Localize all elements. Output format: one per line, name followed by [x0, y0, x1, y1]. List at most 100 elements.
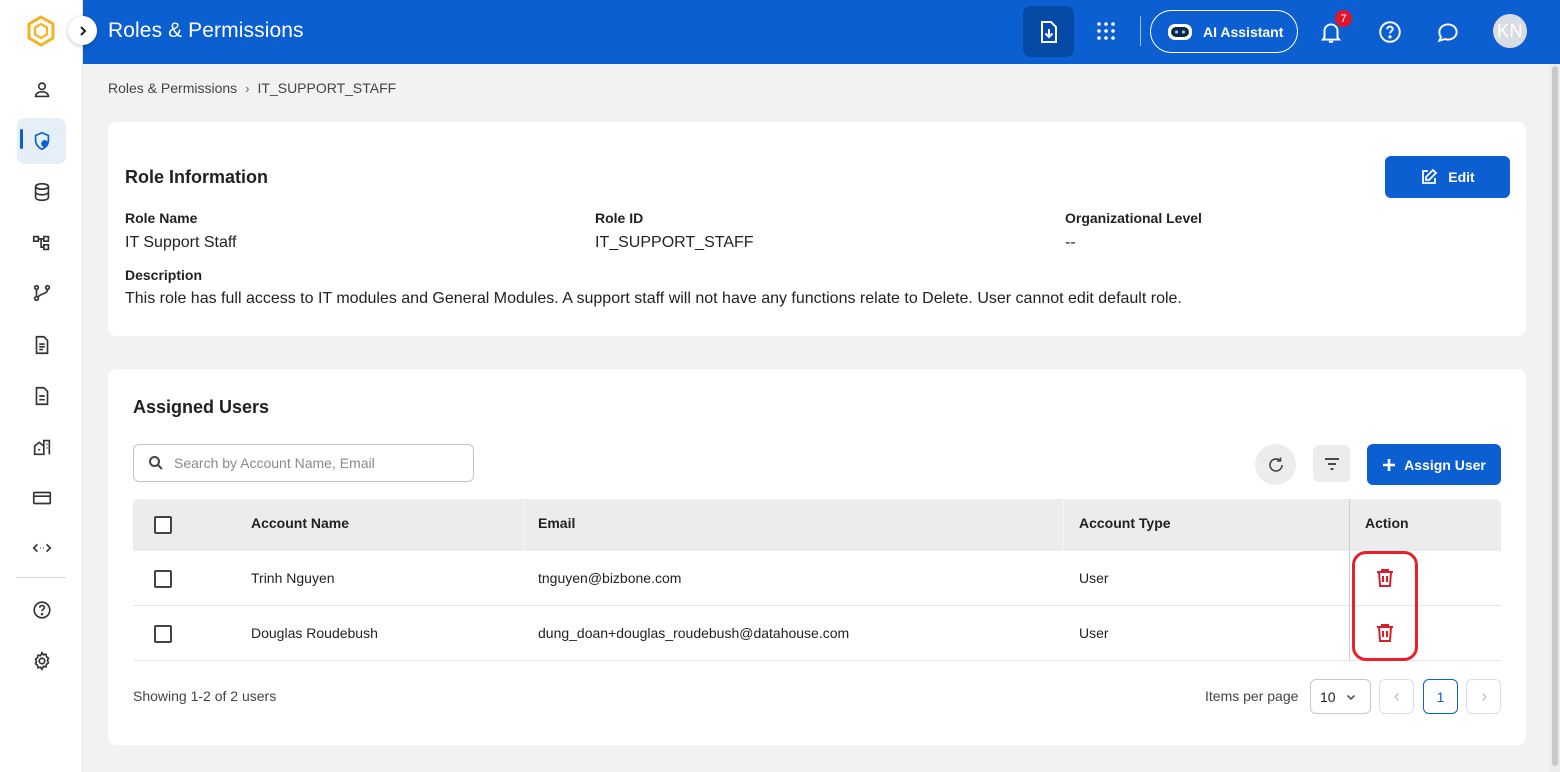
- row-checkbox[interactable]: [154, 570, 172, 588]
- email-cell: tnguyen@bizbone.com: [538, 570, 682, 586]
- sidebar-item-help[interactable]: [17, 587, 66, 633]
- delete-actions-highlight: [1352, 551, 1418, 661]
- sidebar-item-database[interactable]: [17, 169, 66, 215]
- assign-user-label: Assign User: [1404, 456, 1486, 473]
- chevron-right-icon: [79, 25, 86, 36]
- sidebar-expand-button[interactable]: [68, 16, 97, 45]
- ai-assistant-label: AI Assistant: [1203, 23, 1284, 40]
- assigned-users-title: Assigned Users: [133, 397, 270, 417]
- account-type-cell: User: [1079, 570, 1109, 586]
- sidebar-item-roles[interactable]: [17, 118, 66, 164]
- edit-label: Edit: [1448, 169, 1475, 185]
- search-input[interactable]: [174, 455, 454, 471]
- select-all-checkbox[interactable]: [154, 516, 172, 534]
- grid-icon: [1097, 22, 1115, 40]
- sidebar-item-workflow[interactable]: [17, 220, 66, 266]
- sidebar-item-billing[interactable]: [17, 475, 66, 521]
- database-icon: [34, 182, 49, 202]
- edit-button[interactable]: Edit: [1385, 156, 1510, 198]
- sidebar-item-reports[interactable]: [17, 373, 66, 419]
- role-name-label: Role Name: [125, 210, 198, 226]
- column-divider: [1063, 499, 1064, 551]
- ai-assistant-button[interactable]: AI Assistant: [1150, 10, 1298, 53]
- assigned-users-table: Account Name Email Account Type Action T…: [133, 499, 1501, 661]
- account-name-cell: Trinh Nguyen: [251, 570, 335, 586]
- sidebar: [0, 0, 83, 772]
- table-row: Trinh Nguyen tnguyen@bizbone.com User: [133, 551, 1501, 606]
- download-file-icon: [1040, 20, 1057, 43]
- role-id-value: IT_SUPPORT_STAFF: [595, 234, 754, 251]
- app-logo-icon[interactable]: [25, 15, 57, 47]
- chevron-left-icon: [1393, 692, 1399, 701]
- role-information-title: Role Information: [125, 167, 268, 187]
- sidebar-item-documents[interactable]: [17, 322, 66, 368]
- help-circle-icon[interactable]: [1377, 19, 1403, 45]
- showing-count: Showing 1-2 of 2 users: [133, 688, 277, 704]
- filter-button[interactable]: [1313, 445, 1350, 482]
- table-header: Account Name Email Account Type Action: [133, 499, 1501, 551]
- breadcrumb-roles-link[interactable]: Roles & Permissions: [108, 80, 237, 96]
- account-name-cell: Douglas Roudebush: [251, 625, 378, 641]
- topbar-divider: [1140, 16, 1141, 46]
- role-name-value: IT Support Staff: [125, 234, 237, 251]
- org-level-label: Organizational Level: [1065, 210, 1202, 226]
- previous-page-button[interactable]: [1379, 679, 1414, 714]
- column-email[interactable]: Email: [538, 515, 575, 531]
- workflow-icon: [32, 235, 49, 251]
- items-per-page-value: 10: [1320, 688, 1336, 705]
- notification-count-badge: 7: [1334, 9, 1353, 28]
- row-checkbox[interactable]: [154, 625, 172, 643]
- card-icon: [32, 491, 51, 505]
- sidebar-divider: [16, 577, 66, 578]
- sidebar-item-organization[interactable]: [17, 424, 66, 470]
- user-icon: [34, 82, 49, 98]
- page-scrollbar[interactable]: [1549, 64, 1560, 772]
- sidebar-item-users[interactable]: [17, 67, 66, 113]
- report-icon: [35, 386, 48, 406]
- top-bar: Roles & Permissions AI Assistant 7 KN: [83, 0, 1560, 64]
- help-icon: [32, 601, 51, 619]
- description-value: This role has full access to IT modules …: [125, 290, 1182, 307]
- chevron-down-icon: [1346, 694, 1355, 700]
- org-level-value: --: [1065, 234, 1076, 251]
- items-per-page-label: Items per page: [1205, 688, 1299, 704]
- assigned-users-card: Assigned Users Assign User Account Name …: [108, 369, 1526, 745]
- settings-icon: [34, 651, 49, 671]
- column-account-name[interactable]: Account Name: [251, 515, 349, 531]
- page-button-current[interactable]: 1: [1423, 679, 1458, 714]
- assign-user-button[interactable]: Assign User: [1367, 444, 1501, 485]
- refresh-icon: [1268, 457, 1283, 472]
- sidebar-item-api[interactable]: [17, 525, 66, 571]
- column-divider: [523, 499, 524, 551]
- apps-grid-button[interactable]: [1093, 18, 1119, 44]
- robot-icon: [1168, 23, 1192, 40]
- page-title: Roles & Permissions: [108, 19, 304, 42]
- column-account-type[interactable]: Account Type: [1079, 515, 1171, 531]
- role-id-label: Role ID: [595, 210, 644, 226]
- search-field[interactable]: [133, 444, 474, 482]
- breadcrumb: Roles & Permissions › IT_SUPPORT_STAFF: [108, 80, 396, 96]
- sidebar-item-settings[interactable]: [17, 638, 66, 684]
- description-label: Description: [125, 267, 203, 283]
- git-icon: [33, 284, 50, 302]
- table-row: Douglas Roudebush dung_doan+douglas_roud…: [133, 606, 1501, 661]
- breadcrumb-separator: ›: [245, 80, 250, 96]
- account-type-cell: User: [1079, 625, 1109, 641]
- user-avatar[interactable]: KN: [1493, 14, 1527, 48]
- items-per-page-select[interactable]: 10: [1310, 679, 1371, 714]
- document-icon: [35, 335, 48, 355]
- refresh-button[interactable]: [1255, 444, 1296, 485]
- next-page-button[interactable]: [1466, 679, 1501, 714]
- filter-icon: [1324, 457, 1339, 470]
- edit-icon: [1422, 168, 1438, 184]
- email-cell: dung_doan+douglas_roudebush@datahouse.co…: [538, 625, 850, 641]
- building-icon: [33, 439, 50, 456]
- chat-icon[interactable]: [1435, 19, 1461, 45]
- shield-icon: [34, 131, 49, 151]
- download-button[interactable]: [1023, 6, 1074, 57]
- code-icon: [32, 543, 51, 553]
- sidebar-item-git[interactable]: [17, 270, 66, 316]
- chevron-right-icon: [1481, 692, 1487, 701]
- column-action: Action: [1365, 515, 1409, 531]
- role-information-card: Role Information Edit Role Name IT Suppo…: [108, 122, 1526, 336]
